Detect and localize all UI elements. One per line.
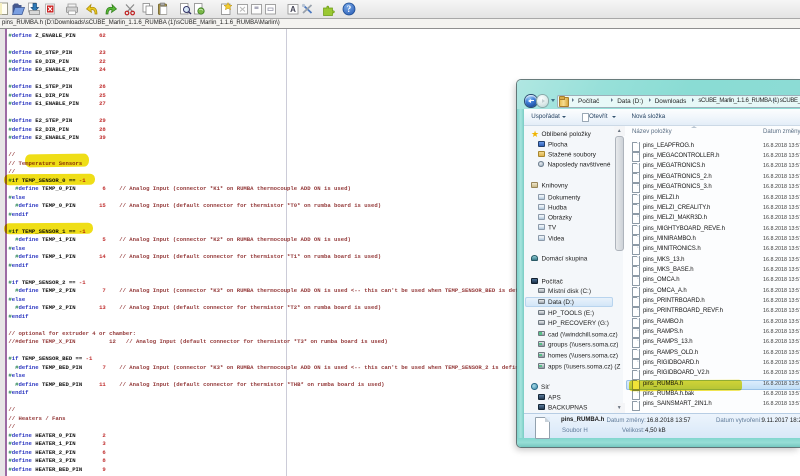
- svg-text:A: A: [290, 5, 296, 14]
- svg-text:?: ?: [347, 4, 352, 14]
